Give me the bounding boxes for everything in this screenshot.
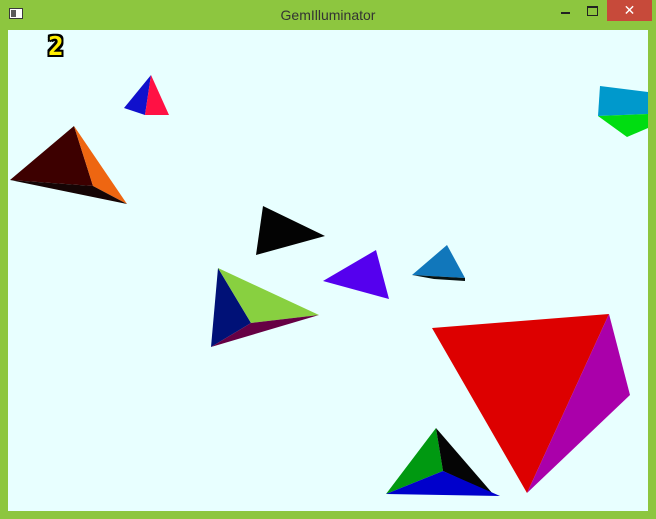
gem-green-navy[interactable]	[211, 268, 319, 347]
maximize-button[interactable]	[579, 0, 605, 21]
gem-black[interactable]	[256, 206, 325, 255]
close-icon: ✕	[623, 2, 636, 19]
close-button[interactable]: ✕	[607, 0, 652, 21]
gem-facet	[412, 245, 465, 278]
gem-purple[interactable]	[323, 250, 389, 299]
maximize-icon	[586, 5, 598, 16]
gem-red-blue[interactable]	[124, 75, 169, 115]
app-window: GemIlluminator ✕ 2	[0, 0, 656, 519]
title-bar[interactable]: GemIlluminator ✕	[0, 0, 656, 30]
gem-cyan-green[interactable]	[598, 86, 648, 137]
score-counter: 2	[48, 32, 64, 62]
gem-facet	[256, 206, 325, 255]
game-canvas[interactable]: 2	[8, 30, 648, 511]
minimize-button[interactable]	[555, 0, 575, 21]
minimize-icon	[560, 12, 570, 14]
gem-facet	[598, 86, 648, 116]
gem-facet	[598, 114, 648, 137]
gem-scene[interactable]	[8, 30, 648, 511]
gem-green-blue[interactable]	[386, 428, 500, 496]
gem-facet	[323, 250, 389, 299]
gem-facet	[10, 126, 93, 186]
gem-brown-orange[interactable]	[10, 126, 127, 204]
gem-blue[interactable]	[412, 245, 465, 281]
